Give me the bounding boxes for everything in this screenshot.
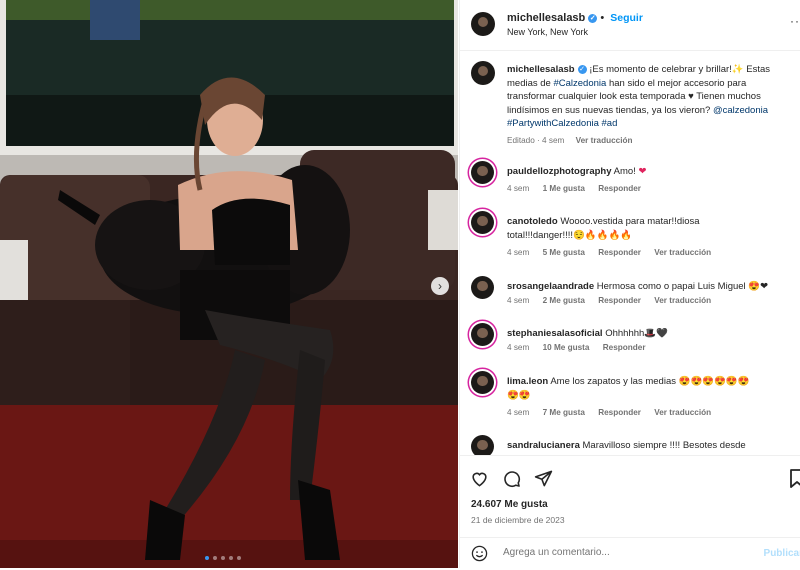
caption-meta: Editado · 4 sem Ver traducción [507,136,633,145]
reply-button[interactable]: Responder [598,248,641,257]
bookmark-icon[interactable] [790,469,800,488]
comment-meta: 4 sem 5 Me gusta Responder Ver traducció… [507,248,712,257]
commenter-avatar[interactable] [471,435,494,455]
comment-likes[interactable]: 10 Me gusta [543,343,590,352]
commenter-username[interactable]: sandralucianera [507,440,580,451]
comment-text: Ohhhhhh🎩🖤 [605,328,668,339]
next-photo-button[interactable]: › [431,277,449,295]
heart-emoji: ❤ [638,166,647,177]
carousel-dot [237,556,241,560]
comment-meta: 4 sem 1 Me gusta Responder [507,184,641,193]
commenter-username[interactable]: stephaniesalasoficial [507,328,603,339]
comments-list[interactable]: michellesalasb ✓ ¡Es momento de celebrar … [460,51,800,455]
comment-text: Maravilloso siempre !!!! Besotes desde [582,440,746,451]
commenter-username[interactable]: pauldellozphotography [507,166,612,177]
commenter-avatar[interactable] [471,211,494,234]
carousel-dot [221,556,225,560]
caption-avatar[interactable] [471,61,495,85]
emoji-icon[interactable] [471,545,488,562]
commenter-avatar[interactable] [471,323,494,346]
commenter-username[interactable]: canotoledo [507,216,558,227]
commenter-username[interactable]: srosangelaandrade [507,281,594,292]
comment-likes[interactable]: 7 Me gusta [543,408,585,417]
share-icon[interactable] [534,469,553,488]
caption-edited: Editado · 4 sem [507,136,565,145]
heart-icon[interactable] [470,469,489,488]
carousel-dot [205,556,209,560]
carousel-dot [213,556,217,560]
post-caption: michellesalasb ✓ ¡Es momento de celebrar … [507,64,771,129]
post-details-panel: michellesalasb ✓ • Seguir New York, New Y… [459,0,800,568]
post-date: 21 de diciembre de 2023 [471,515,565,525]
post-location[interactable]: New York, New York [507,27,588,37]
follow-button[interactable]: Seguir [610,12,643,24]
likes-count[interactable]: 24.607 Me gusta [471,499,548,510]
see-translation-link[interactable]: Ver traducción [654,408,711,417]
commenter-username[interactable]: lima.leon [507,376,548,387]
commenter-avatar[interactable] [471,371,494,394]
reply-button[interactable]: Responder [598,408,641,417]
mention-link[interactable]: @calzedonia [713,105,768,116]
comment-text: Amo! [613,166,639,177]
author-line: michellesalasb ✓ • Seguir [507,12,643,24]
comment-likes[interactable]: 1 Me gusta [543,184,585,193]
comment-text: Hermosa como o papai Luis Miguel [596,281,749,292]
verified-icon: ✓ [577,65,587,74]
see-translation-link[interactable]: Ver traducción [576,136,633,145]
publish-button[interactable]: Publicar [764,548,800,559]
comment-likes[interactable]: 5 Me gusta [543,248,585,257]
comment-input[interactable] [501,546,755,559]
author-avatar[interactable] [471,12,495,36]
photo-illustration [0,0,458,568]
comment-likes[interactable]: 2 Me gusta [543,296,585,305]
carousel-dot [229,556,233,560]
add-comment-bar: Publicar [460,537,800,570]
hashtag-link[interactable]: #PartywithCalzedonia #ad [507,118,617,129]
comment-meta: 4 sem 7 Me gusta Responder Ver traducció… [507,408,712,417]
commenter-avatar[interactable] [471,276,494,299]
comment-icon[interactable] [502,469,521,488]
post-photo[interactable]: › [0,0,458,568]
reply-button[interactable]: Responder [598,296,641,305]
see-translation-link[interactable]: Ver traducción [654,296,711,305]
comment-meta: 4 sem 10 Me gusta Responder [507,343,646,352]
more-icon[interactable]: ··· [790,14,800,28]
caption-username[interactable]: michellesalasb [507,64,575,75]
verified-icon: ✓ [588,14,598,23]
post-actions: 24.607 Me gusta 21 de diciembre de 2023 … [460,455,800,569]
see-translation-link[interactable]: Ver traducción [654,248,711,257]
post-header: michellesalasb ✓ • Seguir New York, New Y… [460,0,800,51]
author-username[interactable]: michellesalasb [507,12,585,24]
reply-button[interactable]: Responder [598,184,641,193]
commenter-avatar[interactable] [471,161,494,184]
carousel-dots [205,556,241,560]
chevron-right-icon: › [438,279,442,293]
hashtag-link[interactable]: #Calzedonia [553,78,606,89]
comment-meta: 4 sem 2 Me gusta Responder Ver traducció… [507,296,712,305]
reply-button[interactable]: Responder [603,343,646,352]
